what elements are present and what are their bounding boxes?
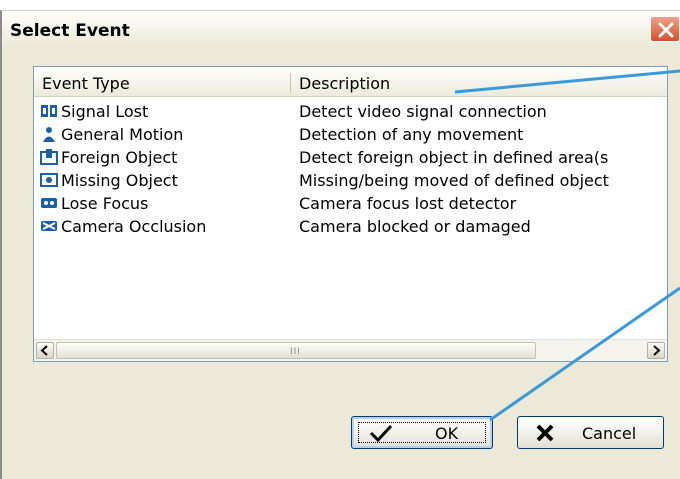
camera-occlusion-icon [41,221,57,231]
event-name: Camera Occlusion [61,217,207,236]
chevron-right-icon [653,345,661,356]
event-description: Camera blocked or damaged [299,217,531,236]
signal-lost-icon [41,105,57,117]
event-name: Missing Object [61,171,178,190]
list-item[interactable]: Foreign Object Detect foreign object in … [34,146,667,169]
ok-label: OK [435,424,459,443]
list-item[interactable]: Signal Lost Detect video signal connecti… [34,100,667,123]
column-header-event-type[interactable]: Event Type [42,74,130,93]
ok-button[interactable]: OK [351,416,493,449]
list-item[interactable]: Camera Occlusion Camera blocked or damag… [34,215,667,238]
event-description: Detect video signal connection [299,102,547,121]
dialog-title: Select Event [10,21,130,41]
scroll-grip: III [290,347,301,357]
event-name: Signal Lost [61,102,149,121]
scroll-left-button[interactable] [36,342,54,359]
event-list[interactable]: Event Type Description Signal Lost Detec… [33,66,668,362]
x-mark-icon [536,424,554,442]
event-description: Camera focus lost detector [299,194,517,213]
list-rows: Signal Lost Detect video signal connecti… [34,100,667,238]
scroll-thumb[interactable]: III [56,342,536,359]
close-button[interactable] [650,16,680,42]
event-name: General Motion [61,125,184,144]
event-name: Foreign Object [61,148,178,167]
missing-object-icon [40,173,58,187]
lose-focus-icon [41,198,57,208]
chevron-left-icon [40,345,48,356]
general-motion-icon [43,127,55,142]
column-separator[interactable] [290,73,291,93]
list-header: Event Type Description [34,67,667,97]
cancel-label: Cancel [582,424,637,443]
event-name: Lose Focus [61,194,149,213]
horizontal-scrollbar[interactable]: III [34,339,667,361]
event-description: Detect foreign object in defined area(s [299,148,609,167]
close-icon [658,22,674,38]
event-description: Detection of any movement [299,125,524,144]
list-item[interactable]: General Motion Detection of any movement [34,123,667,146]
column-header-description[interactable]: Description [299,74,390,93]
cancel-button[interactable]: Cancel [517,416,664,449]
checkmark-icon [369,424,393,442]
foreign-object-icon [40,149,58,165]
event-description: Missing/being moved of defined object [299,171,609,190]
list-item[interactable]: Missing Object Missing/being moved of de… [34,169,667,192]
list-item[interactable]: Lose Focus Camera focus lost detector [34,192,667,215]
title-bar[interactable]: Select Event [2,11,680,47]
scroll-right-button[interactable] [647,342,665,359]
